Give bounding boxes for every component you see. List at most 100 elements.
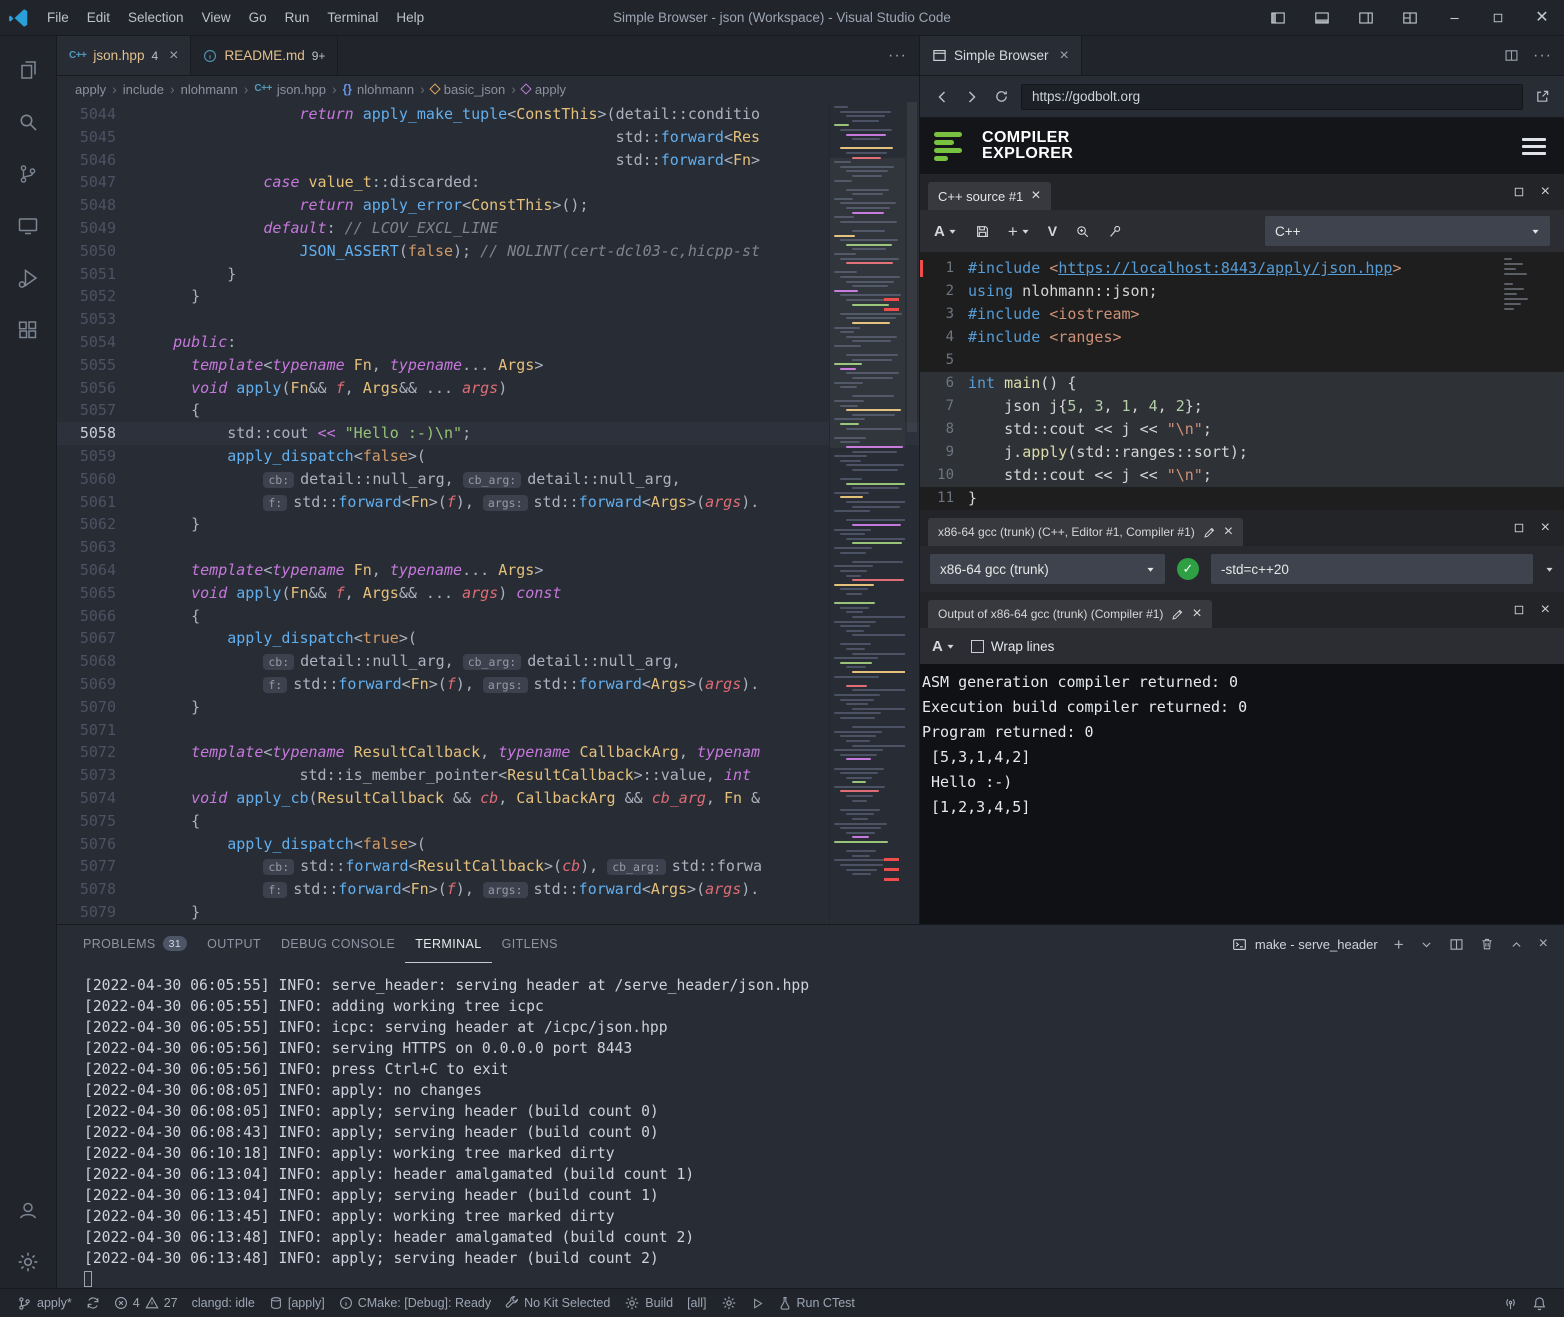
breadcrumb-include[interactable]: include (123, 82, 164, 97)
activity-search[interactable] (0, 96, 57, 148)
code-line[interactable]: 5072 template<typename ResultCallback, t… (57, 741, 919, 764)
ce-code-line[interactable]: 9 j.apply(std::ranges::sort); (920, 441, 1564, 464)
close-icon[interactable]: × (1060, 48, 1069, 64)
split-editor-icon[interactable] (1504, 48, 1519, 63)
compiler-explorer-logo-icon[interactable] (934, 129, 970, 163)
ce-code-line[interactable]: 2using nlohmann::json; (920, 280, 1564, 303)
more-actions-icon[interactable]: ··· (888, 48, 907, 64)
code-line[interactable]: 5056 void apply(Fn&& f, Args&& ... args) (57, 377, 919, 400)
code-line[interactable]: 5060 cb:detail::null_arg, cb_arg:detail:… (57, 468, 919, 491)
hamburger-menu-icon[interactable] (1518, 130, 1550, 163)
ce-code-line[interactable]: 6int main() { (920, 372, 1564, 395)
menu-help[interactable]: Help (387, 0, 433, 35)
code-line[interactable]: 5044 return apply_make_tuple<ConstThis>(… (57, 103, 919, 126)
ce-code-line[interactable]: 7 json j{5, 3, 1, 4, 2}; (920, 395, 1564, 418)
compiler-pane-tab[interactable]: x86-64 gcc (trunk) (C++, Editor #1, Comp… (928, 518, 1243, 546)
code-line[interactable]: 5048 return apply_error<ConstThis>(); (57, 194, 919, 217)
compiler-select[interactable]: x86-64 gcc (trunk) (930, 554, 1165, 584)
terminal[interactable]: [2022-04-30 06:05:55] INFO: serve_header… (57, 963, 1564, 1288)
layout-panel-bottom-button[interactable] (1300, 0, 1344, 36)
rename-pane-icon[interactable] (1203, 524, 1216, 540)
close-icon[interactable]: × (1031, 188, 1040, 204)
code-line[interactable]: 5064 template<typename Fn, typename... A… (57, 559, 919, 582)
code-line[interactable]: 5079 } (57, 901, 919, 924)
code-line[interactable]: 5067 apply_dispatch<true>( (57, 627, 919, 650)
forward-icon[interactable] (964, 89, 980, 105)
code-line[interactable]: 5076 apply_dispatch<false>( (57, 833, 919, 856)
breadcrumb-nlohmann[interactable]: {}nlohmann (343, 82, 414, 97)
code-line[interactable]: 5071 (57, 719, 919, 742)
split-terminal-icon[interactable] (1449, 937, 1464, 952)
activity-settings[interactable] (0, 1236, 57, 1288)
code-line[interactable]: 5069 f:std::forward<Fn>(f), args:std::fo… (57, 673, 919, 696)
layout-panel-right-button[interactable] (1344, 0, 1388, 36)
remote-indicator[interactable] (1496, 1289, 1525, 1317)
ce-code-line[interactable]: 4#include <ranges> (920, 326, 1564, 349)
close-pane-icon[interactable]: × (1192, 606, 1201, 622)
close-pane-icon[interactable]: × (1541, 184, 1550, 200)
code-line[interactable]: 5065 void apply(Fn&& f, Args&& ... args)… (57, 582, 919, 605)
code-line[interactable]: 5068 cb:detail::null_arg, cb_arg:detail:… (57, 650, 919, 673)
maximize-panel-icon[interactable] (1510, 938, 1523, 951)
minimap[interactable] (829, 102, 905, 924)
code-line[interactable]: 5052 } (57, 285, 919, 308)
wrap-lines-checkbox[interactable]: Wrap lines (971, 639, 1055, 654)
menu-go[interactable]: Go (240, 0, 276, 35)
close-pane-icon[interactable]: × (1541, 602, 1550, 618)
code-line[interactable]: 5045 std::forward<Res (57, 126, 919, 149)
font-size-button[interactable]: A (932, 639, 955, 654)
breadcrumb-nlohmann[interactable]: nlohmann (181, 82, 238, 97)
code-line[interactable]: 5073 std::is_member_pointer<ResultCallba… (57, 764, 919, 787)
layout-customize-button[interactable] (1388, 0, 1432, 36)
ce-code-line[interactable]: 3#include <iostream> (920, 303, 1564, 326)
minimize-button[interactable] (1432, 0, 1476, 36)
code-line[interactable]: 5058 std::cout << "Hello :-)\n"; (57, 422, 919, 445)
activity-run-and-debug[interactable] (0, 252, 57, 304)
ce-code-line[interactable]: 10 std::cout << j << "\n"; (920, 464, 1564, 487)
code-line[interactable]: 5047 case value_t::discarded: (57, 171, 919, 194)
language-select[interactable]: C++ (1265, 216, 1550, 246)
code-line[interactable]: 5063 (57, 536, 919, 559)
maximize-pane-icon[interactable] (1513, 604, 1525, 616)
add-pane-button[interactable]: + (1008, 223, 1030, 240)
close-window-button[interactable]: ✕ (1520, 0, 1564, 36)
code-line[interactable]: 5078 f:std::forward<Fn>(f), args:std::fo… (57, 878, 919, 901)
activity-extensions[interactable] (0, 304, 57, 356)
code-line[interactable]: 5053 (57, 308, 919, 331)
close-pane-icon[interactable]: × (1541, 520, 1550, 536)
debug-target[interactable] (714, 1289, 744, 1317)
panel-tab-problems[interactable]: PROBLEMS31 (73, 925, 197, 963)
rename-pane-icon[interactable] (1171, 606, 1184, 622)
url-bar[interactable]: https://godbolt.org (1021, 84, 1523, 110)
editor-scrollbar[interactable] (905, 102, 919, 924)
reload-icon[interactable] (994, 89, 1009, 104)
cmake-kit[interactable]: No Kit Selected (498, 1289, 617, 1317)
maximize-pane-icon[interactable] (1513, 522, 1525, 534)
output-pane-tab[interactable]: Output of x86-64 gcc (trunk) (Compiler #… (928, 600, 1212, 628)
tab-simple-browser[interactable]: Simple Browser × (920, 36, 1082, 75)
maximize-button[interactable] (1476, 0, 1520, 36)
activity-source-control[interactable] (0, 148, 57, 200)
close-panel-icon[interactable]: × (1539, 936, 1548, 952)
ce-source-editor[interactable]: 1#include <https://localhost:8443/apply/… (920, 252, 1564, 510)
launch[interactable] (744, 1289, 771, 1317)
panel-tab-debug-console[interactable]: DEBUG CONSOLE (271, 925, 405, 963)
ce-code-line[interactable]: 5 (920, 349, 1564, 372)
compiler-options-input[interactable]: -std=c++20 (1211, 554, 1533, 584)
code-line[interactable]: 5074 void apply_cb(ResultCallback && cb,… (57, 787, 919, 810)
breadcrumb-apply[interactable]: apply (522, 82, 566, 97)
save-button[interactable] (975, 224, 990, 239)
search-button[interactable] (1075, 224, 1090, 239)
problems[interactable]: 427 (107, 1289, 185, 1317)
build-target[interactable]: [all] (680, 1289, 713, 1317)
terminal-selector[interactable]: make - serve_header (1232, 937, 1378, 952)
breadcrumb-apply[interactable]: apply (75, 82, 106, 97)
code-editor[interactable]: 5044 return apply_make_tuple<ConstThis>(… (57, 102, 919, 924)
breadcrumb-basic_json[interactable]: basic_json (431, 82, 505, 97)
code-line[interactable]: 5062 } (57, 513, 919, 536)
minimap-slider[interactable] (830, 158, 905, 448)
menu-view[interactable]: View (193, 0, 240, 35)
menu-selection[interactable]: Selection (119, 0, 193, 35)
cmake-status[interactable]: CMake: [Debug]: Ready (332, 1289, 498, 1317)
close-pane-icon[interactable]: × (1224, 524, 1233, 540)
